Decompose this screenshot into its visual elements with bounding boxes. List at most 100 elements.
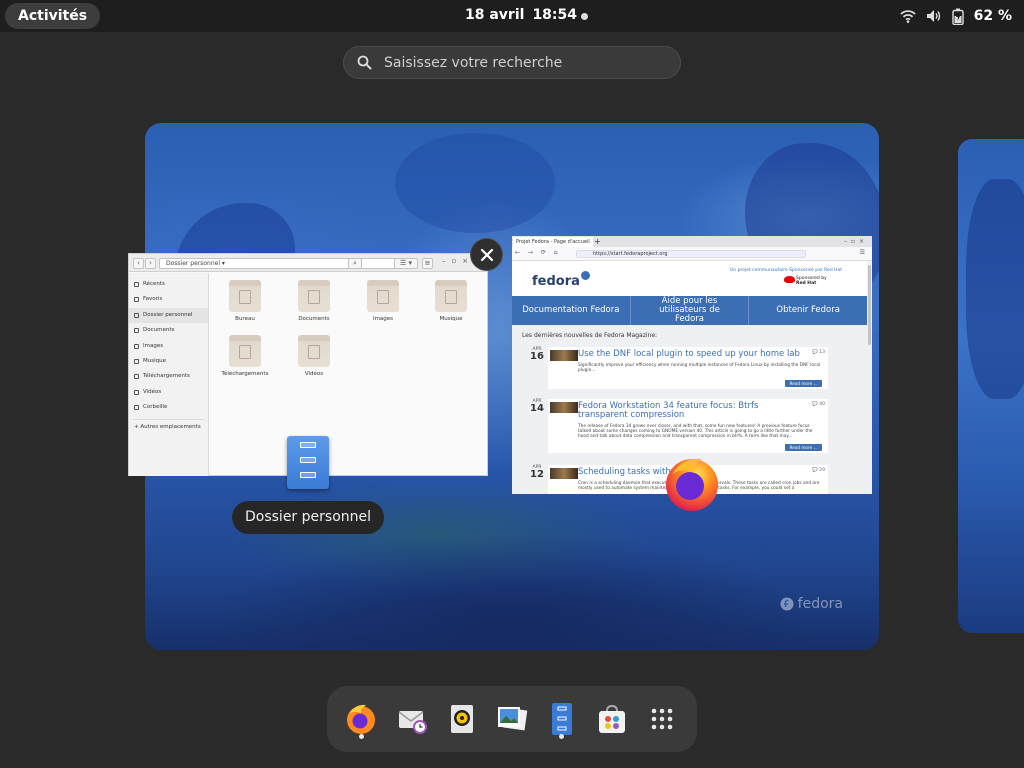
sponsor-line2: Red Hat (796, 281, 817, 286)
fedora-watermark-text: fedora (797, 596, 843, 612)
sidebar-item-label: Documents (143, 327, 175, 334)
site-logo-text: fedora (532, 274, 580, 289)
sponsor-badge: Sponsored by Red Hat (784, 276, 827, 286)
folder-videos: Vidéos (284, 335, 344, 377)
article-thumbnail (550, 468, 578, 479)
top-bar: Activités 18 avril 18:54 62 % (0, 0, 1024, 32)
sidebar-item-other-locations: + Autres emplacements (129, 420, 208, 435)
clock-time: 18:54 (532, 7, 578, 23)
folder-label: Téléchargements (221, 371, 269, 377)
system-tray[interactable]: 62 % (899, 6, 1012, 26)
folder-downloads: Téléchargements (215, 335, 275, 377)
clock[interactable]: 18 avril 18:54 (465, 7, 577, 23)
window-title-label: Dossier personnel (232, 501, 385, 534)
home-icon (134, 312, 139, 318)
folder-icon (229, 280, 261, 312)
toolbar-icons: ☰ (859, 249, 868, 256)
news-article: APR 14 Fedora Workstation 34 feature focu… (530, 399, 828, 453)
volume-icon (926, 10, 940, 22)
browser-tab-strip: Projet Fedora - Page d'accueil + –▫× (512, 236, 872, 247)
activities-button[interactable]: Activités (5, 3, 101, 29)
folder-icon (367, 280, 399, 312)
site-nav-docs: Documentation Fedora (512, 296, 631, 325)
next-workspace-preview[interactable] (958, 139, 1024, 633)
folder-documents: Documents (284, 280, 344, 322)
wallpaper-shape (395, 133, 555, 233)
sidebar-item-label: Récents (143, 281, 165, 287)
battery-charging-icon (951, 8, 964, 25)
article-title: Use the DNF local plugin to speed up you… (578, 349, 800, 359)
comment-count: 💬 40 (812, 402, 825, 407)
site-header: fedora Un projet communautaire Sponsoris… (512, 261, 867, 296)
video-icon (134, 389, 139, 395)
dock-software[interactable] (595, 702, 629, 736)
music-icon (134, 358, 139, 364)
wallpaper-shape (966, 179, 1024, 399)
sidebar-item-label: Musique (143, 357, 166, 364)
close-icon (480, 248, 494, 262)
file-manager-headerbar: ‹ › Dossier personnel ▾ ⌕ ☰ ▾ ≡ –▫× (129, 254, 487, 272)
path-bar-label: Dossier personnel (166, 260, 221, 267)
battery-percentage: 62 % (973, 8, 1012, 24)
sidebar-item-recent: Récents (129, 277, 208, 292)
article-date: APR 14 (530, 399, 544, 414)
trash-icon (134, 405, 139, 411)
news-article: APR 16 Use the DNF local plugin to speed … (530, 347, 828, 389)
site-logo: fedora (532, 271, 590, 289)
folder-icon (229, 335, 261, 367)
site-tagline: Un projet communautaire Sponsorisé par R… (730, 268, 843, 273)
site-nav-get: Obtenir Fedora (749, 296, 867, 325)
sidebar-item-music: Musique (129, 354, 208, 369)
search-icon: ⌕ (348, 258, 362, 269)
browser-tab: Projet Fedora - Page d'accueil (513, 237, 593, 247)
close-window-button[interactable] (470, 238, 503, 271)
sidebar-item-label: + Autres emplacements (134, 423, 201, 430)
download-icon (134, 374, 139, 380)
files-icon (552, 703, 572, 735)
site-nav: Documentation Fedora Aide pour les utili… (512, 296, 867, 325)
dock-photos[interactable] (495, 702, 529, 736)
site-nav-label: Aide pour les utilisateurs de Fedora (659, 296, 720, 324)
image-icon (134, 343, 139, 349)
sidebar-item-trash: Corbeille (129, 400, 208, 415)
folder-desktop: Bureau (215, 280, 275, 322)
read-more-button: Read more ... (785, 380, 822, 387)
site-nav-help: Aide pour les utilisateurs de Fedora (631, 296, 750, 325)
dock-firefox[interactable] (344, 702, 378, 736)
comment-count: 💬 13 (812, 350, 825, 355)
clock-date: 18 avril (465, 7, 525, 23)
folder-icon (298, 335, 330, 367)
sidebar-item-label: Corbeille (143, 404, 168, 411)
article-thumbnail (550, 350, 578, 361)
folder-label: Vidéos (304, 371, 324, 377)
dock-rhythmbox[interactable] (445, 702, 479, 736)
url-bar: https://start.fedoraproject.org (576, 250, 806, 258)
folder-icon (435, 280, 467, 312)
window-controls-icon: –▫× (442, 257, 475, 265)
dock-files[interactable] (545, 702, 579, 736)
search-input[interactable] (384, 53, 664, 73)
browser-toolbar: ← → ⟳ ⌂ https://start.fedoraproject.org … (512, 247, 872, 261)
sidebar-item-pictures: Images (129, 339, 208, 354)
dock-evolution[interactable] (396, 702, 430, 736)
clock-icon (134, 282, 139, 287)
new-tab-icon: + (594, 237, 601, 246)
sidebar-item-videos: Vidéos (129, 385, 208, 400)
article-date: APR 16 (530, 347, 544, 362)
dock-show-apps[interactable] (645, 702, 679, 736)
sidebar-item-label: Favoris (143, 296, 163, 303)
window-controls-icon: –▫× (843, 238, 868, 245)
sidebar-item-favorites: Favoris (129, 292, 208, 307)
article-excerpt: The release of Fedora 34 grows ever clos… (578, 424, 813, 440)
star-icon (134, 297, 139, 303)
fedora-watermark: fedora (780, 596, 843, 612)
firefox-icon (666, 458, 718, 511)
sidebar-item-label: Images (143, 342, 164, 349)
folder-music: Musique (421, 280, 481, 322)
search-icon (357, 55, 372, 70)
search-bar[interactable] (343, 46, 681, 79)
article-date: APR 12 (530, 465, 544, 480)
article-excerpt: Significantly improve your efficiency wh… (578, 363, 821, 374)
document-icon (134, 328, 139, 334)
article-title: Fedora Workstation 34 feature focus: Btr… (578, 401, 759, 420)
